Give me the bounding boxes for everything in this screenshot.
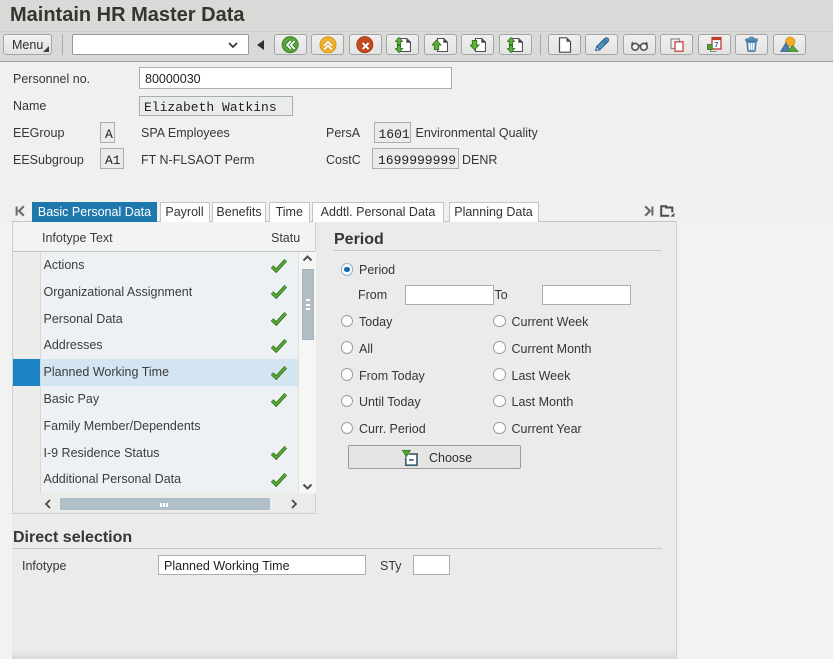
svg-text:7: 7 [714, 40, 718, 49]
